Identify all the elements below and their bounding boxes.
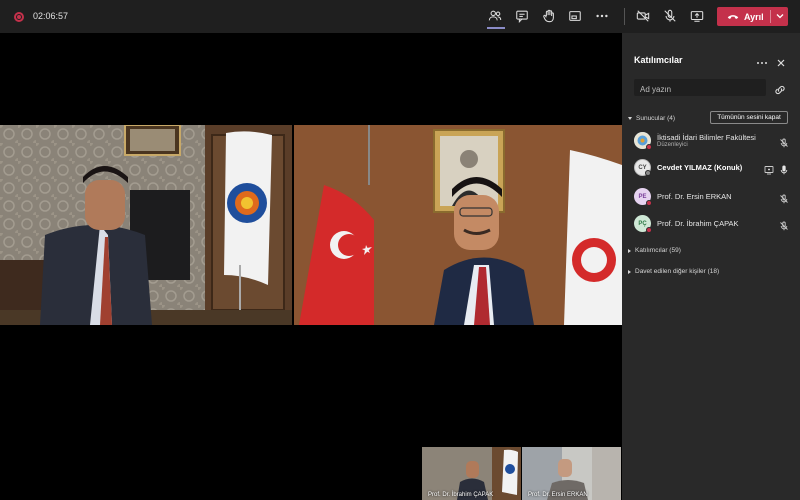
search-input[interactable] xyxy=(634,81,766,98)
avatar: CY xyxy=(634,159,651,176)
avatar-initials: PE xyxy=(638,193,647,200)
camera-off-icon[interactable] xyxy=(635,8,651,24)
mic-icon xyxy=(779,162,789,175)
attendees-header[interactable]: Katılımcılar (59) xyxy=(628,247,681,254)
mic-off-icon xyxy=(779,218,789,231)
status-indicator xyxy=(646,200,652,206)
presenters-header[interactable]: Sunucular (4) xyxy=(628,115,675,122)
avatar: PE xyxy=(634,188,652,206)
thumbnail-name: Prof. Dr. İbrahim ÇAPAK xyxy=(428,492,494,498)
status-indicator xyxy=(646,144,652,150)
participant-video xyxy=(294,125,622,325)
meeting-timer: 02:06:57 xyxy=(33,11,69,21)
avatar xyxy=(634,132,652,150)
more-icon[interactable] xyxy=(594,8,610,24)
invited-header-label: Davet edilen diğer kişiler (18) xyxy=(635,268,720,275)
chevron-down-icon[interactable] xyxy=(775,10,785,22)
status-indicator xyxy=(645,170,651,176)
presenters-header-label: Sunucular (4) xyxy=(636,115,676,122)
mic-off-icon[interactable] xyxy=(662,8,678,24)
status-indicator xyxy=(646,227,652,233)
participant-row[interactable]: CY Cevdet YILMAZ (Konuk) xyxy=(634,159,794,179)
participant-row[interactable]: PE Prof. Dr. Ersin ERKAN xyxy=(634,188,794,208)
avatar-initials: PÇ xyxy=(638,220,647,227)
view-icon[interactable] xyxy=(567,8,583,24)
close-icon[interactable] xyxy=(775,56,787,68)
participant-name: Cevdet YILMAZ (Konuk) xyxy=(657,163,743,172)
search-box xyxy=(634,79,766,98)
participant-row[interactable]: İktisadi İdari Bilimler Fakültesi Düzenl… xyxy=(634,132,794,152)
caret-right-icon xyxy=(628,269,631,274)
chat-icon[interactable] xyxy=(514,8,530,24)
toolbar-divider xyxy=(624,8,625,25)
avatar: PÇ xyxy=(634,215,652,233)
mic-off-icon xyxy=(779,191,789,204)
mic-off-icon xyxy=(779,135,789,148)
participant-row[interactable]: PÇ Prof. Dr. İbrahim ÇAPAK xyxy=(634,215,794,235)
video-stage: Prof. Dr. İbrahim ÇAPAK Prof. Dr. Ersin … xyxy=(0,33,622,500)
thumbnail-name: Prof. Dr. Ersin ERKAN xyxy=(528,492,588,498)
video-thumbnail[interactable]: Prof. Dr. Ersin ERKAN xyxy=(522,447,621,500)
video-thumbnail[interactable]: Prof. Dr. İbrahim ÇAPAK xyxy=(422,447,521,500)
caret-right-icon xyxy=(628,248,631,253)
screen-share-icon xyxy=(764,162,774,175)
thumbnail-strip: Prof. Dr. İbrahim ÇAPAK Prof. Dr. Ersin … xyxy=(422,447,622,500)
participants-panel: Katılımcılar Sunucular (4) Tümünün sesin… xyxy=(622,33,800,500)
share-screen-icon[interactable] xyxy=(689,8,705,24)
share-invite-icon[interactable] xyxy=(774,83,786,95)
video-tile-right[interactable] xyxy=(294,125,622,325)
attendees-header-label: Katılımcılar (59) xyxy=(635,247,681,254)
leave-label: Ayrıl xyxy=(744,11,764,22)
panel-title: Katılımcılar xyxy=(634,55,683,65)
invited-header[interactable]: Davet edilen diğer kişiler (18) xyxy=(628,268,719,275)
video-tile-left[interactable] xyxy=(0,125,292,325)
participant-name: Prof. Dr. İbrahim ÇAPAK xyxy=(657,219,739,228)
participant-video xyxy=(0,125,292,325)
caret-down-icon xyxy=(628,117,632,120)
record-icon xyxy=(14,12,24,22)
active-tab-indicator xyxy=(487,27,505,29)
participant-role: Düzenleyici xyxy=(657,142,688,148)
participant-name: İktisadi İdari Bilimler Fakültesi xyxy=(657,133,756,142)
leave-divider xyxy=(770,10,771,23)
meeting-toolbar: 02:06:57 Ayrıl xyxy=(0,0,800,33)
raise-hand-icon[interactable] xyxy=(541,8,557,24)
participants-icon[interactable] xyxy=(487,8,503,24)
leave-button[interactable]: Ayrıl xyxy=(717,7,788,26)
more-options-icon[interactable] xyxy=(756,56,768,68)
participant-name: Prof. Dr. Ersin ERKAN xyxy=(657,192,732,201)
phone-icon xyxy=(727,14,739,19)
mute-all-button[interactable]: Tümünün sesini kapat xyxy=(710,111,788,124)
